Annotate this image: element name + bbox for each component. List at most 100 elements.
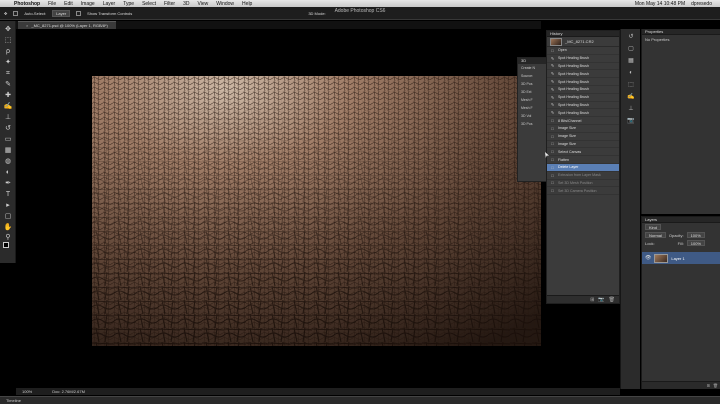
eyedropper-icon[interactable]: ✎: [3, 79, 13, 89]
auto-select-checkbox[interactable]: [13, 10, 19, 16]
history-item[interactable]: □ Delete Layer: [547, 163, 619, 172]
history-item[interactable]: ✎ Spot Healing Brush: [547, 70, 619, 79]
brush-panel-icon[interactable]: ✍: [626, 93, 636, 102]
blend-mode-dropdown[interactable]: Normal: [645, 232, 666, 238]
eraser-icon[interactable]: ▭: [3, 134, 13, 144]
menu-file[interactable]: File: [44, 1, 60, 7]
type-icon[interactable]: T: [3, 189, 13, 199]
swatches-panel-icon[interactable]: ▦: [626, 57, 636, 66]
snapshot-thumbnail: [550, 37, 562, 46]
history-item[interactable]: □ 8 Bits/Channel: [547, 117, 619, 125]
menu-layer[interactable]: Layer: [99, 1, 120, 7]
history-snapshot[interactable]: _MC_8271.CR2: [547, 37, 619, 47]
document-image[interactable]: [92, 76, 541, 346]
panel-icon-strip: ↺ ▢ ▦ ◐ ⬚ ✍ ⊥ 📷: [620, 29, 640, 389]
history-step-icon: □: [551, 164, 554, 170]
clock[interactable]: Mon May 14 10:48 PM: [635, 1, 685, 7]
document-tab-title: _MC_8271.psd @ 100% (Layer 1, RGB/8*): [31, 23, 108, 28]
healing-brush-icon[interactable]: ✚: [3, 90, 13, 100]
layer-kind-filter[interactable]: Kind: [645, 224, 662, 230]
delete-layer-icon[interactable]: 🗑: [713, 383, 718, 388]
new-document-from-state-icon[interactable]: ⊞: [590, 297, 594, 303]
properties-empty-message: No Properties: [645, 37, 670, 42]
zoom-icon[interactable]: ⚲: [3, 232, 13, 242]
layer-row[interactable]: 👁 Layer 1: [642, 252, 720, 264]
history-item[interactable]: ✎ Spot Healing Brush: [547, 78, 619, 86]
lasso-icon[interactable]: ρ: [3, 46, 13, 56]
new-snapshot-icon[interactable]: 📷: [598, 297, 604, 303]
history-item[interactable]: □ Image Size: [547, 141, 619, 149]
new-layer-icon[interactable]: ⊞: [707, 383, 710, 388]
menu-select[interactable]: Select: [138, 1, 160, 7]
styles-panel-icon[interactable]: ⬚: [626, 81, 636, 90]
history-step-icon: □: [551, 133, 554, 139]
menu-photoshop[interactable]: Photoshop: [10, 1, 44, 7]
delete-state-icon[interactable]: 🗑: [609, 297, 615, 303]
foreground-color-swatch[interactable]: [3, 242, 9, 248]
toolbox: ✥ ⬚ ρ ✦ ⌗ ✎ ✚ ✍ ⊥ ↺ ▭ ▦ ◍ ◐ ✒ T ▸ ▢ ✋ ⚲: [0, 21, 16, 263]
history-item[interactable]: ✎ Spot Healing Brush: [547, 55, 619, 63]
dodge-icon[interactable]: ◐: [3, 167, 13, 177]
magic-wand-icon[interactable]: ✦: [3, 57, 13, 67]
marquee-icon[interactable]: ⬚: [3, 35, 13, 45]
camera-panel-icon[interactable]: 📷: [626, 117, 636, 126]
history-item[interactable]: □ Select Canvas: [547, 148, 619, 157]
adjustments-panel-icon[interactable]: ◐: [626, 69, 636, 78]
pen-icon[interactable]: ✒: [3, 178, 13, 188]
move-icon[interactable]: ✥: [3, 24, 13, 34]
fill-field[interactable]: 100%: [686, 240, 706, 246]
history-item-label: Image Size: [558, 134, 576, 139]
hand-icon[interactable]: ✋: [3, 222, 13, 232]
history-step-icon: ✎: [550, 86, 555, 92]
3d-panel-icon[interactable]: ▢: [626, 45, 636, 54]
history-brush-icon[interactable]: ↺: [3, 123, 13, 133]
menu-filter[interactable]: Filter: [160, 1, 179, 7]
menu-view[interactable]: View: [194, 1, 213, 7]
timeline-panel-tab[interactable]: Timeline: [0, 396, 720, 404]
layers-lock-row: Lock: Fill: 100%: [642, 239, 720, 247]
blur-icon[interactable]: ◍: [3, 156, 13, 166]
menu-type[interactable]: Type: [119, 1, 138, 7]
menu-3d[interactable]: 3D: [179, 1, 193, 7]
layer-name[interactable]: Layer 1: [671, 256, 684, 261]
close-tab-icon[interactable]: ×: [26, 23, 28, 28]
history-item[interactable]: □ Extrusion from Layer Mask: [547, 172, 619, 180]
brush-icon[interactable]: ✍: [3, 101, 13, 111]
history-item[interactable]: □ Image Size: [547, 125, 619, 133]
history-item-label: Set 3D Mesh Position: [558, 180, 593, 185]
history-item[interactable]: ✎ Spot Healing Brush: [547, 109, 619, 118]
history-item[interactable]: □ Open: [547, 47, 619, 55]
visibility-eye-icon[interactable]: 👁: [645, 255, 651, 261]
history-item-label: Spot Healing Brush: [558, 95, 589, 100]
status-bar: 100% Doc: 2.76M/2.67M: [16, 388, 620, 395]
crop-icon[interactable]: ⌗: [3, 68, 13, 78]
history-item[interactable]: □ Flatten: [547, 156, 619, 164]
clone-stamp-icon[interactable]: ⊥: [3, 112, 13, 122]
menu-window[interactable]: Window: [212, 1, 238, 7]
doc-size[interactable]: Doc: 2.76M/2.67M: [52, 389, 85, 394]
history-item[interactable]: ✎ Spot Healing Brush: [547, 86, 619, 94]
document-tab[interactable]: × _MC_8271.psd @ 100% (Layer 1, RGB/8*): [18, 21, 116, 29]
auto-select-dropdown[interactable]: Layer: [52, 9, 71, 17]
transform-controls-checkbox[interactable]: [76, 10, 82, 16]
menu-image[interactable]: Image: [77, 1, 99, 7]
shape-icon[interactable]: ▢: [3, 211, 13, 221]
opacity-field[interactable]: 100%: [686, 232, 705, 238]
history-item[interactable]: ✎ Spot Healing Brush: [547, 63, 619, 71]
path-selection-icon[interactable]: ▸: [3, 200, 13, 210]
clone-source-panel-icon[interactable]: ⊥: [626, 105, 636, 114]
history-item[interactable]: ✎ Spot Healing Brush: [547, 94, 619, 102]
zoom-level[interactable]: 100%: [22, 389, 32, 394]
menu-help[interactable]: Help: [238, 1, 256, 7]
history-item[interactable]: ✎ Spot Healing Brush: [547, 102, 619, 110]
gradient-icon[interactable]: ▦: [3, 145, 13, 155]
history-panel-icon[interactable]: ↺: [626, 33, 636, 42]
move-tool-icon[interactable]: ✥: [4, 11, 7, 16]
history-item[interactable]: □ Image Size: [547, 133, 619, 141]
history-item[interactable]: □ Set 3D Mesh Position: [547, 180, 619, 188]
history-item[interactable]: □ Set 3D Camera Position: [547, 187, 619, 196]
history-step-icon: □: [551, 157, 554, 163]
user-name[interactable]: dpresedo: [691, 1, 712, 7]
history-step-icon: ✎: [550, 102, 555, 108]
menu-edit[interactable]: Edit: [60, 1, 77, 7]
